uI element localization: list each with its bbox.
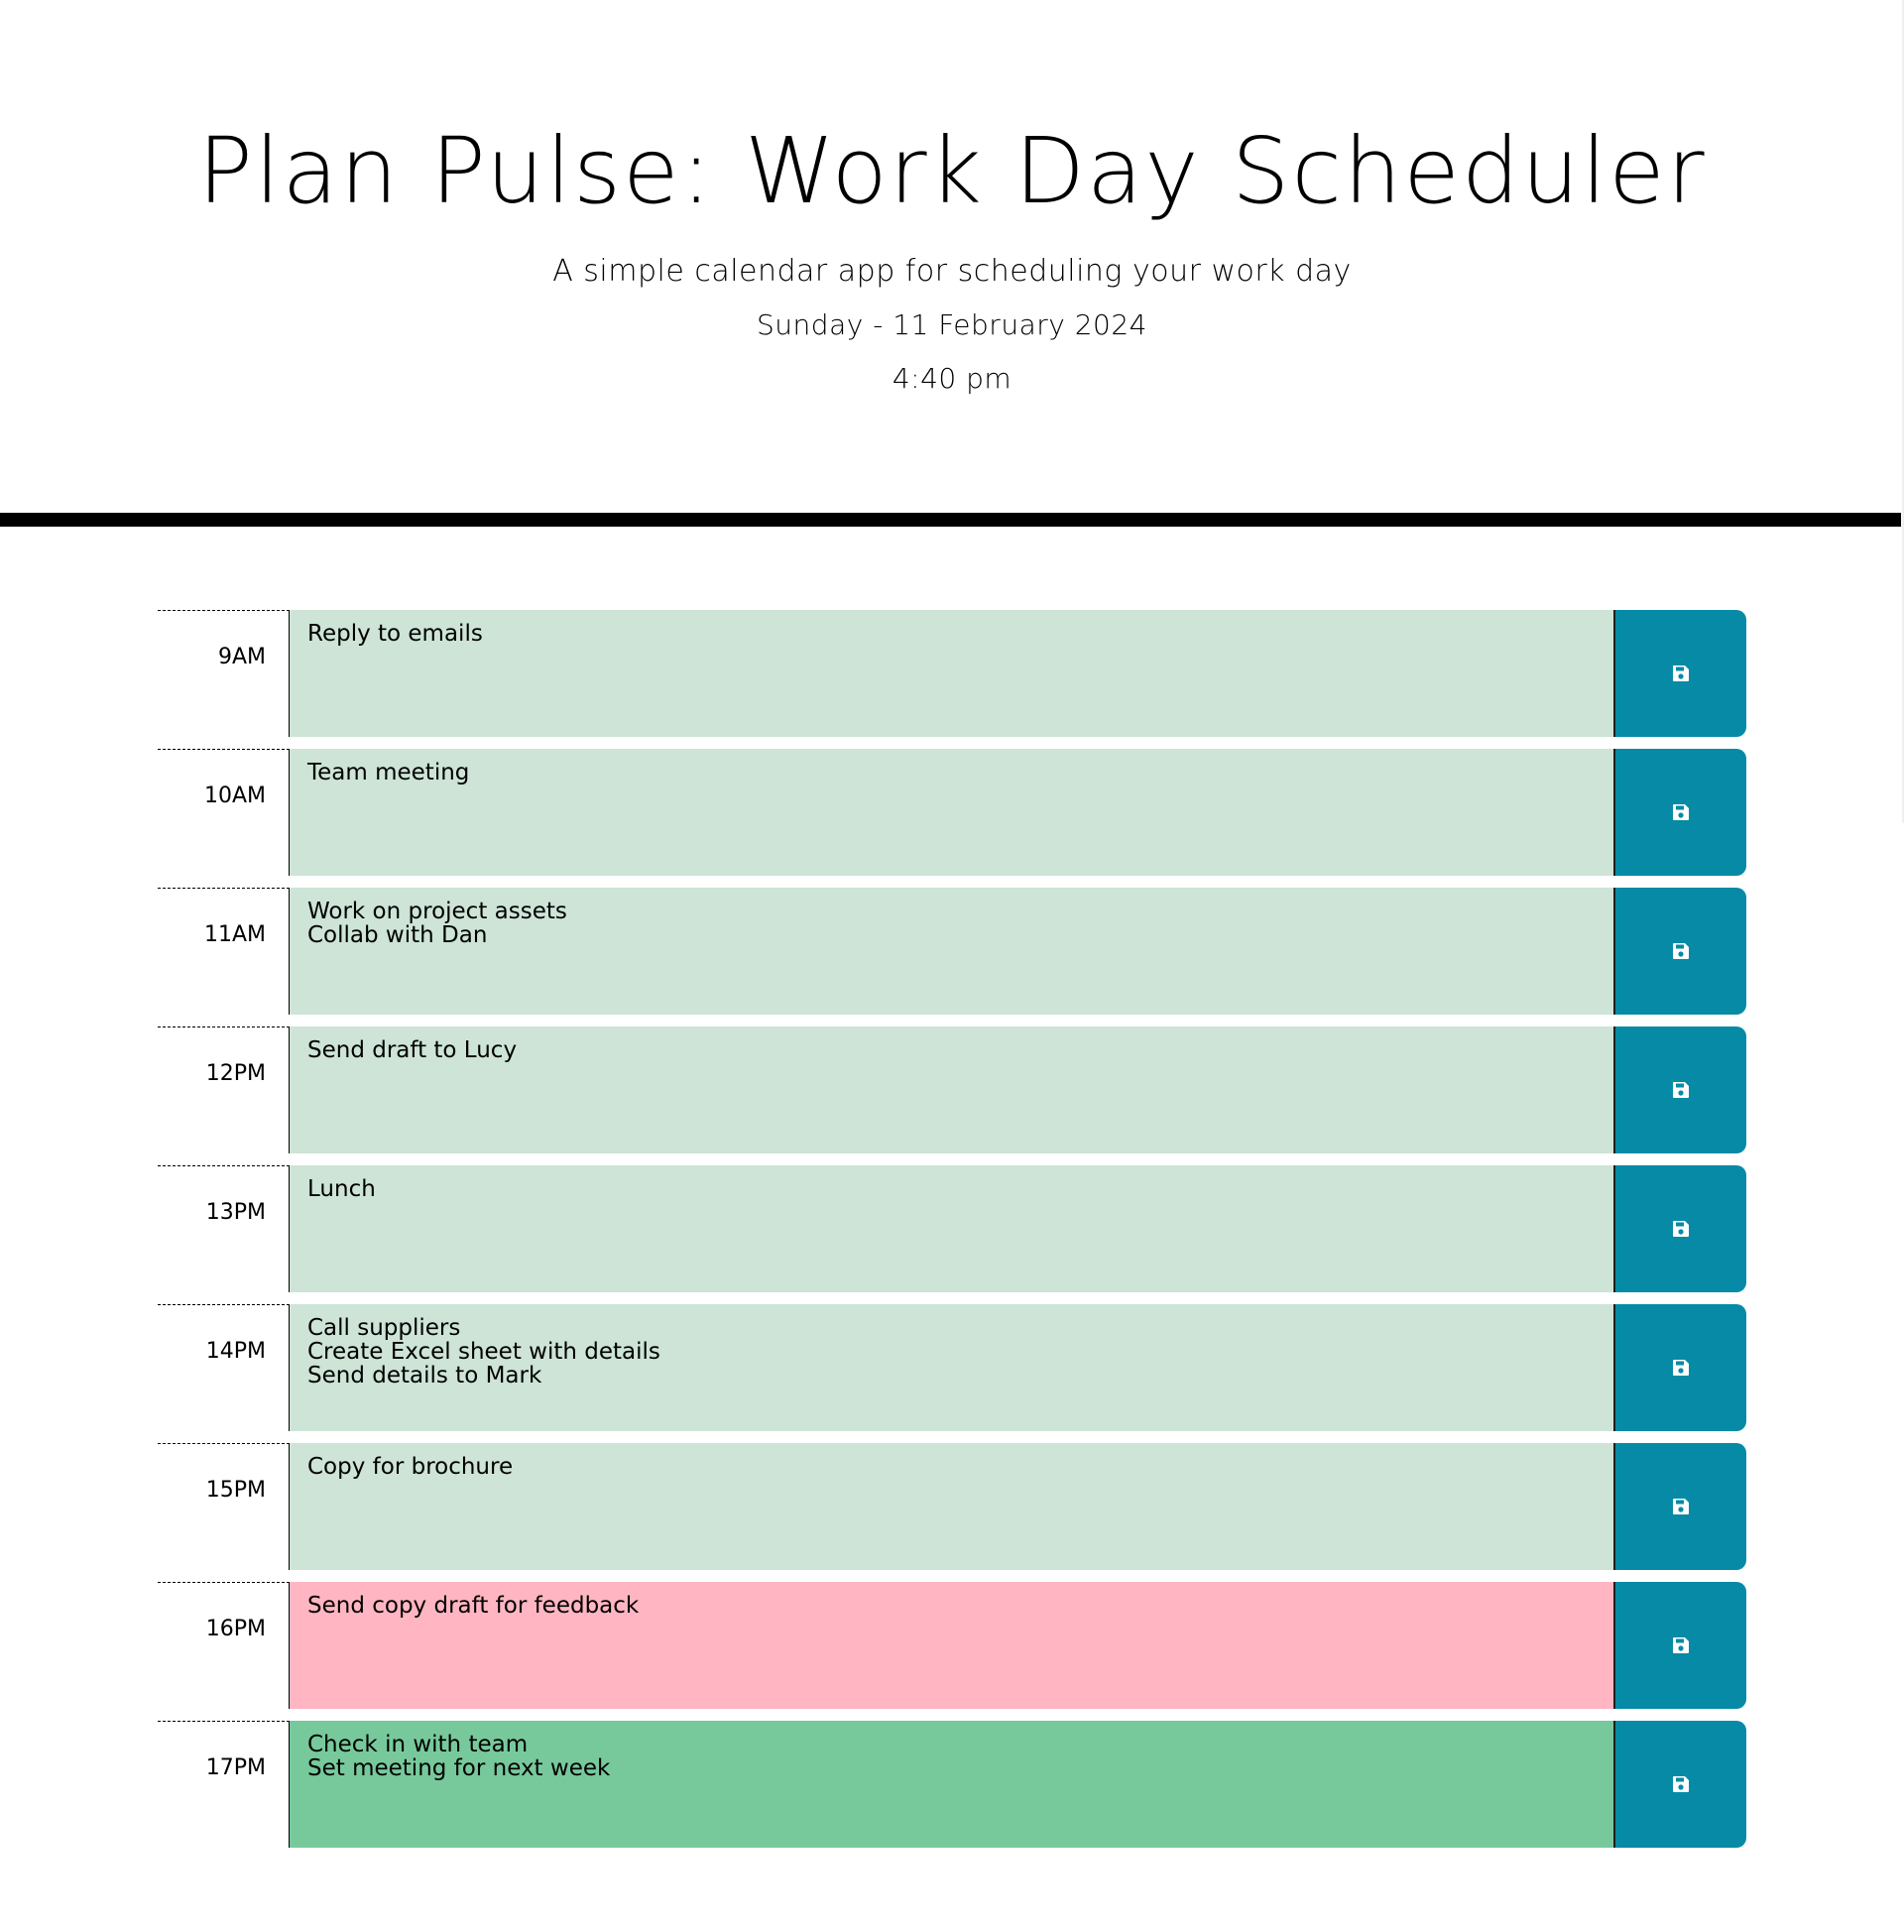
event-text-line: Collab with Dan [307,922,488,948]
event-text-line: Create Excel sheet with details [307,1339,660,1365]
page: Plan Pulse: Work Day Scheduler A simple … [0,0,1904,1932]
hour-label: 14PM [158,1304,290,1431]
event-description-textarea[interactable]: Check in with team Set meeting for next w… [290,1721,1615,1848]
save-button[interactable] [1615,888,1746,1015]
event-text-line: Send copy draft for feedback [307,1593,640,1619]
hour-label: 10AM [158,749,290,876]
event-text-line: Work on project assets [307,899,567,924]
event-text-line: Send details to Mark [307,1363,542,1389]
floppy-disk-icon [1671,1774,1691,1794]
save-button[interactable] [1615,1165,1746,1292]
event-description-textarea[interactable]: Reply to emails [290,610,1615,737]
floppy-disk-icon [1671,1635,1691,1655]
floppy-disk-icon [1671,1358,1691,1378]
event-text-line: Copy for brochure [307,1454,514,1480]
time-block-row: 15PM Copy for brochure [158,1443,1746,1570]
time-block-row: 11AM Work on project assets Collab with Da… [158,888,1746,1015]
floppy-disk-icon [1671,1497,1691,1516]
event-text-line: Reply to emails [307,621,483,647]
floppy-disk-icon [1671,1219,1691,1239]
event-text-line: Set meeting for next week [307,1755,611,1781]
event-text-line: Check in with team [307,1732,529,1757]
event-description-textarea[interactable]: Send draft to Lucy [290,1026,1615,1153]
save-button[interactable] [1615,1443,1746,1570]
time-block-row: 17PM Check in with team Set meeting for ne… [158,1721,1746,1848]
floppy-disk-icon [1671,802,1691,822]
hour-label: 9AM [158,610,290,737]
hour-label: 17PM [158,1721,290,1848]
save-button[interactable] [1615,1304,1746,1431]
hour-label: 12PM [158,1026,290,1153]
hour-label: 15PM [158,1443,290,1570]
event-description-textarea[interactable]: Lunch [290,1165,1615,1292]
header: Plan Pulse: Work Day Scheduler A simple … [0,0,1904,527]
hour-label: 13PM [158,1165,290,1292]
time-block-row: 12PM Send draft to Lucy [158,1026,1746,1153]
event-text-line: Lunch [307,1176,376,1202]
hour-label: 16PM [158,1582,290,1709]
event-description-textarea[interactable]: Send copy draft for feedback [290,1582,1615,1709]
event-description-textarea[interactable]: Team meeting [290,749,1615,876]
page-title: Plan Pulse: Work Day Scheduler [197,118,1707,224]
time-block-row: 13PM Lunch [158,1165,1746,1292]
floppy-disk-icon [1671,941,1691,961]
event-description-textarea[interactable]: Work on project assets Collab with Dan [290,888,1615,1015]
floppy-disk-icon [1671,664,1691,683]
floppy-disk-icon [1671,1080,1691,1100]
current-time: 4:40 pm [892,362,1012,395]
save-button[interactable] [1615,1026,1746,1153]
save-button[interactable] [1615,1582,1746,1709]
hour-label: 11AM [158,888,290,1015]
event-text-line: Team meeting [307,760,470,785]
current-date: Sunday - 11 February 2024 [757,308,1147,341]
time-block-row: 16PM Send copy draft for feedback [158,1582,1746,1709]
event-text-line: Call suppliers [307,1315,461,1341]
save-button[interactable] [1615,610,1746,737]
time-block-row: 14PM Call suppliers Create Excel sheet wit… [158,1304,1746,1431]
schedule-container: 9AM Reply to emails 10AM Team meeting 11AM Wo… [158,610,1746,1860]
page-subtitle: A simple calendar app for scheduling you… [552,254,1352,289]
save-button[interactable] [1615,1721,1746,1848]
save-button[interactable] [1615,749,1746,876]
event-description-textarea[interactable]: Copy for brochure [290,1443,1615,1570]
event-description-textarea[interactable]: Call suppliers Create Excel sheet with de… [290,1304,1615,1431]
time-block-row: 10AM Team meeting [158,749,1746,876]
time-block-row: 9AM Reply to emails [158,610,1746,737]
event-text-line: Send draft to Lucy [307,1037,518,1063]
